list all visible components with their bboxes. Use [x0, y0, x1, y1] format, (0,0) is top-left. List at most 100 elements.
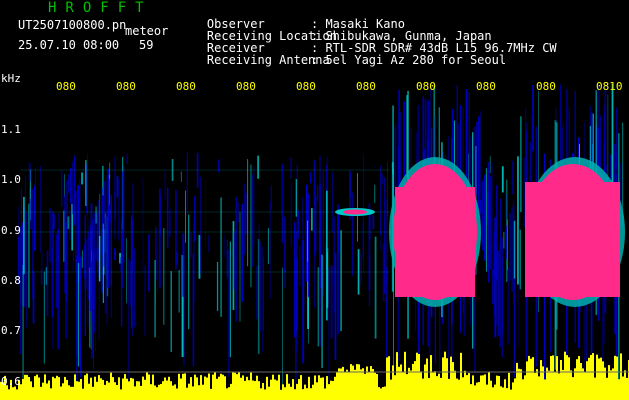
- signal-streak: [91, 219, 93, 322]
- spectrogram: kHz 1.1 1.0 0.9 0.8 0.7 0.6 080 080 080 …: [0, 72, 629, 400]
- level-bar: [420, 371, 422, 400]
- level-bar: [418, 354, 420, 400]
- level-bar: [48, 380, 50, 400]
- y-tick-label: 0.8: [1, 274, 21, 287]
- signal-streak: [317, 267, 319, 347]
- signal-streak: [406, 95, 408, 177]
- signal-streak: [220, 197, 222, 317]
- signal-streak: [532, 85, 534, 152]
- level-bar: [154, 385, 156, 400]
- level-bar: [166, 380, 168, 400]
- level-bar: [172, 385, 174, 400]
- level-bar: [272, 374, 274, 400]
- level-bar: [390, 379, 392, 400]
- level-bar: [406, 374, 408, 400]
- level-bar: [464, 370, 466, 400]
- signal-streak: [497, 250, 500, 337]
- level-bar: [316, 382, 318, 400]
- signal-streak: [164, 169, 166, 200]
- level-bar: [466, 375, 468, 400]
- level-bar: [36, 374, 38, 400]
- level-bar: [202, 384, 204, 400]
- level-bar: [284, 387, 286, 400]
- level-bar: [14, 386, 16, 400]
- signal-streak: [299, 245, 301, 286]
- signal-streak: [259, 241, 261, 332]
- level-bar: [290, 386, 292, 400]
- app-title: HROFFT: [48, 0, 153, 16]
- level-bar: [560, 360, 562, 400]
- level-bar: [380, 388, 382, 400]
- level-bar: [232, 372, 234, 400]
- level-bar: [194, 374, 196, 400]
- level-bar: [352, 365, 354, 400]
- level-bar: [58, 377, 60, 400]
- level-bar: [208, 373, 210, 400]
- level-bar: [190, 377, 192, 400]
- signal-streak: [485, 168, 487, 272]
- signal-streak: [77, 263, 80, 367]
- level-bar: [16, 389, 18, 400]
- signal-streak: [64, 173, 65, 197]
- signal-streak: [500, 198, 502, 250]
- level-bar: [278, 374, 280, 400]
- level-bar: [104, 384, 106, 400]
- signal-streak: [296, 231, 297, 353]
- info-value: : 5el Yagi Az 280 for Seoul: [311, 53, 507, 67]
- signal-streak: [75, 256, 78, 382]
- level-bar: [514, 378, 516, 400]
- y-tick-label: 1.1: [1, 123, 21, 136]
- level-bar: [350, 364, 352, 400]
- level-bar: [140, 385, 142, 400]
- signal-streak: [97, 200, 99, 235]
- signal-streak: [381, 173, 383, 184]
- level-bar: [60, 386, 62, 400]
- level-bar: [460, 352, 462, 400]
- level-bar: [26, 374, 28, 400]
- level-bar: [100, 378, 102, 400]
- level-bar: [246, 376, 248, 400]
- level-bar: [218, 376, 220, 400]
- signal-streak: [329, 229, 330, 292]
- level-bar: [184, 373, 186, 400]
- level-bar: [488, 372, 490, 400]
- level-bar: [472, 375, 474, 400]
- level-bar: [314, 375, 316, 400]
- signal-streak: [67, 216, 70, 229]
- level-bar: [568, 357, 570, 400]
- signal-streak: [319, 223, 321, 347]
- level-bar: [158, 384, 160, 400]
- level-bar: [338, 368, 340, 400]
- signal-streak: [170, 271, 172, 353]
- level-bar: [410, 370, 412, 400]
- signal-streak: [200, 176, 202, 274]
- signal-streak: [337, 204, 339, 335]
- level-bar: [326, 376, 328, 400]
- level-bar: [502, 387, 504, 400]
- level-bar: [230, 383, 232, 400]
- level-bar: [358, 364, 360, 400]
- signal-streak: [108, 204, 111, 216]
- level-bar: [52, 376, 54, 400]
- level-bar: [210, 388, 212, 400]
- level-bar: [328, 384, 330, 400]
- signal-streak: [20, 188, 22, 259]
- level-bar: [164, 377, 166, 400]
- level-bar: [416, 352, 418, 400]
- signal-streak: [495, 256, 497, 326]
- signal-streak: [81, 250, 83, 268]
- unit-label: kHz: [1, 72, 21, 85]
- level-bar: [504, 379, 506, 400]
- time-label: 0810: [596, 80, 623, 93]
- level-bar: [216, 378, 218, 400]
- signal-streak: [290, 157, 292, 179]
- signal-streak: [331, 171, 333, 233]
- time-label: 080: [536, 80, 556, 93]
- level-bar: [498, 376, 500, 400]
- header: HROFFT UT2507100800.pn meteor 25.07.10 0…: [0, 0, 629, 72]
- signal-streak: [229, 241, 231, 358]
- level-bar: [256, 375, 258, 400]
- level-bar: [540, 360, 542, 400]
- level-bar: [78, 381, 80, 400]
- level-bar: [424, 364, 426, 400]
